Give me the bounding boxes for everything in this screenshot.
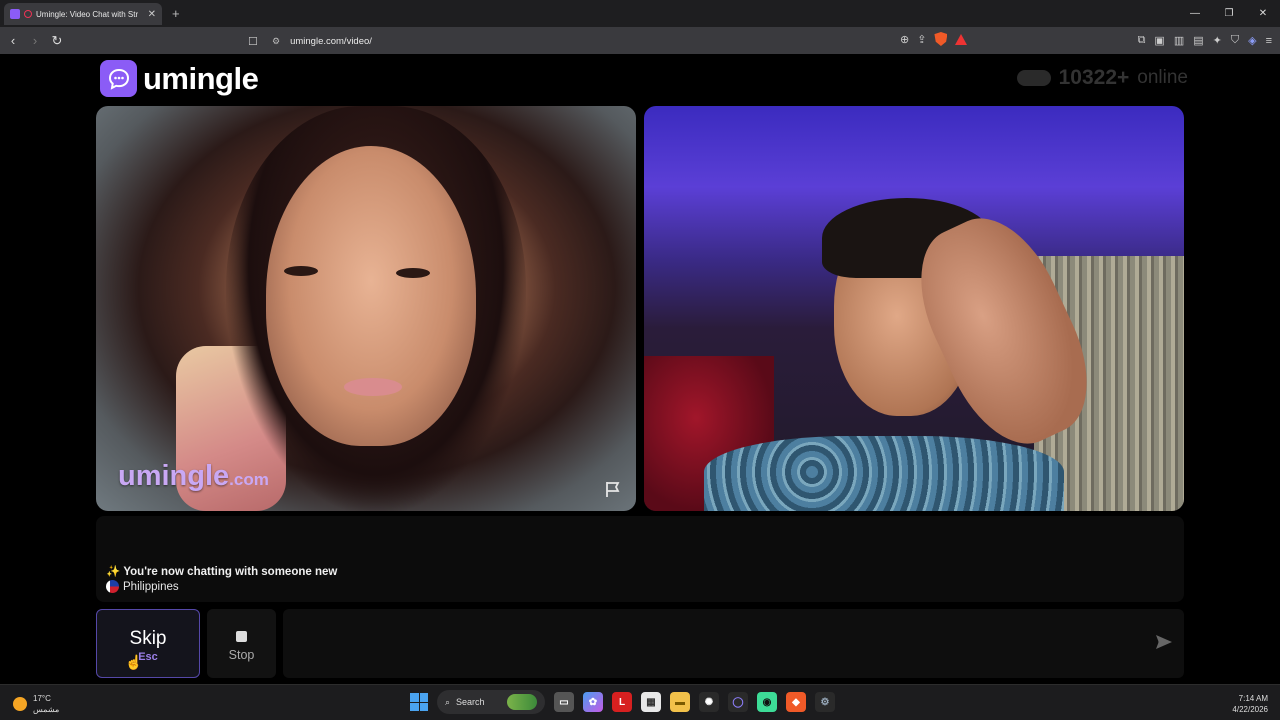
chat-bubble-logo-icon xyxy=(100,60,137,97)
video-watermark: umingle .com xyxy=(118,460,269,493)
country-message: Philippines xyxy=(106,580,179,593)
forward-icon[interactable]: › xyxy=(28,33,42,48)
zoom-icon[interactable]: ⊕ xyxy=(900,33,909,46)
self-video xyxy=(644,106,1184,511)
skip-button[interactable]: Skip Esc ☝ xyxy=(96,609,200,678)
vpn-icon[interactable]: ⛉ xyxy=(1231,34,1239,47)
stop-button[interactable]: Stop xyxy=(207,609,276,678)
search-icon: ⌕ xyxy=(445,696,451,707)
file-explorer-icon[interactable]: ▬ xyxy=(670,692,690,712)
browser-tab[interactable]: Umingle: Video Chat with Str ✕ xyxy=(4,3,162,25)
task-view-icon[interactable]: ▭ xyxy=(554,692,574,712)
online-status: 10322+ online xyxy=(1016,66,1188,90)
system-message: ✨ You're now chatting with someone new xyxy=(106,564,337,578)
new-chat-text: You're now chatting with someone new xyxy=(123,566,338,578)
brave-shields-icon[interactable] xyxy=(934,32,948,46)
report-flag-icon[interactable] xyxy=(604,480,622,498)
url-bar[interactable]: ☐ ⚙ umingle.com/video/ xyxy=(248,32,992,50)
site-logo[interactable]: umingle xyxy=(100,60,259,97)
stop-label: Stop xyxy=(228,648,255,662)
store-icon[interactable]: ▦ xyxy=(641,692,661,712)
browser-tab-bar: Umingle: Video Chat with Str ✕ + — ❐ ✕ xyxy=(0,0,1280,27)
left-eye-shape xyxy=(284,266,318,276)
stranger-video: umingle .com xyxy=(96,106,636,511)
umingle-favicon-icon xyxy=(10,9,20,19)
online-label: online xyxy=(1137,67,1188,88)
url-text[interactable]: umingle.com/video/ xyxy=(290,36,372,47)
share-icon[interactable]: ⇪ xyxy=(917,33,926,46)
close-window-button[interactable]: ✕ xyxy=(1246,0,1280,27)
taskbar-apps: ⌕ Search ▭ ✿ L ▦ ▬ ✺ ◯ ◉ ◆ ⚙ xyxy=(410,690,835,714)
chat-log: ✨ You're now chatting with someone new P… xyxy=(96,516,1184,602)
weather-widget[interactable]: 17°C مشمس xyxy=(13,693,59,715)
recording-indicator-icon xyxy=(24,10,32,18)
back-icon[interactable]: ‹ xyxy=(6,33,20,48)
skip-label: Skip xyxy=(129,628,167,649)
watermark-tld: .com xyxy=(229,470,269,489)
new-tab-button[interactable]: + xyxy=(172,6,180,21)
app-l-icon[interactable]: L xyxy=(612,692,632,712)
system-clock[interactable]: 7:14 AM 4/22/2026 xyxy=(1232,693,1268,715)
circle-app-icon[interactable]: ◯ xyxy=(728,692,748,712)
minimize-button[interactable]: — xyxy=(1178,0,1212,27)
send-icon[interactable] xyxy=(1156,635,1172,649)
maximize-button[interactable]: ❐ xyxy=(1212,0,1246,27)
shirt-shape xyxy=(704,436,1064,511)
right-eye-shape xyxy=(396,268,430,278)
leo-ai-icon[interactable]: ✦ xyxy=(1213,34,1222,47)
windows-start-icon[interactable] xyxy=(410,693,428,711)
reload-icon[interactable]: ↻ xyxy=(50,33,64,49)
stop-icon xyxy=(236,631,247,642)
extensions-icon[interactable]: ⧉ xyxy=(1138,34,1146,47)
sun-icon xyxy=(13,697,27,711)
layers-icon[interactable]: ◈ xyxy=(1248,34,1256,47)
menu-icon[interactable]: ≡ xyxy=(1266,35,1272,47)
app-green-icon[interactable]: ◉ xyxy=(757,692,777,712)
search-highlight-image xyxy=(507,694,537,710)
online-count: 10322+ xyxy=(1058,66,1130,89)
stranger-face-shape xyxy=(266,146,476,446)
screenshot-icon[interactable]: ▣ xyxy=(1154,34,1164,47)
sparkle-icon: ✨ xyxy=(106,566,121,578)
weather-description: مشمس xyxy=(33,705,60,714)
bookmark-icon[interactable]: ☐ xyxy=(248,35,258,48)
taskbar: 17°C مشمس ⌕ Search ▭ ✿ L ▦ ▬ ✺ ◯ ◉ ◆ ⚙ 7… xyxy=(0,684,1280,720)
copilot-icon[interactable]: ✿ xyxy=(583,692,603,712)
settings-gear-icon[interactable]: ⚙ xyxy=(815,692,835,712)
url-actions: ⊕ ⇪ xyxy=(900,32,968,46)
mouse-cursor-icon: ☝ xyxy=(125,654,143,670)
site-info-icon[interactable]: ⚙ xyxy=(272,36,280,47)
message-input[interactable] xyxy=(283,609,1184,678)
page-content: umingle 10322+ online umingle .com ✨ You… xyxy=(0,54,1280,684)
philippines-flag-icon xyxy=(106,580,119,593)
logo-text: umingle xyxy=(143,60,259,96)
skip-shortcut: Esc xyxy=(138,651,158,663)
window-controls: — ❐ ✕ xyxy=(1178,0,1280,27)
sidebar-icon[interactable]: ▥ xyxy=(1174,34,1184,47)
navigation-buttons: ‹ › ↻ xyxy=(6,27,64,54)
watermark-main: umingle xyxy=(118,460,230,492)
toolbar-right-icons: ⧉ ▣ ▥ ▤ ✦ ⛉ ◈ ≡ xyxy=(1138,27,1272,54)
search-label: Search xyxy=(456,697,485,707)
clock-date: 4/22/2026 xyxy=(1232,705,1268,714)
lips-shape xyxy=(344,378,402,396)
brave-browser-icon[interactable]: ◆ xyxy=(786,692,806,712)
clock-time: 7:14 AM xyxy=(1238,694,1268,703)
temperature: 17°C xyxy=(33,694,51,703)
brave-rewards-icon[interactable] xyxy=(955,33,968,45)
chatgpt-icon[interactable]: ✺ xyxy=(699,692,719,712)
close-tab-icon[interactable]: ✕ xyxy=(148,9,156,20)
address-toolbar: ‹ › ↻ ☐ ⚙ umingle.com/video/ ⊕ ⇪ ⧉ ▣ ▥ ▤… xyxy=(0,27,1280,54)
wallet-icon[interactable]: ▤ xyxy=(1193,34,1203,47)
theme-toggle[interactable] xyxy=(1016,70,1051,86)
country-name: Philippines xyxy=(123,580,179,593)
taskbar-search[interactable]: ⌕ Search xyxy=(437,690,545,714)
tab-title: Umingle: Video Chat with Str xyxy=(36,9,139,19)
